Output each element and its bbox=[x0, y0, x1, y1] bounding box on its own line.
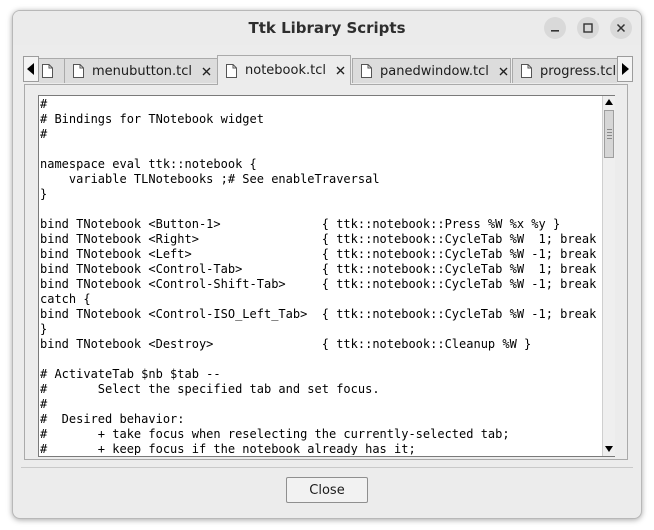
tab-close-icon[interactable] bbox=[499, 67, 508, 76]
code-line: # ActivateTab $nb $tab -- bbox=[40, 367, 221, 381]
code-line: bind TNotebook <Control-ISO_Left_Tab> { … bbox=[40, 307, 601, 321]
tabs-strip: menubutton.tcl notebook.tcl panedwindow. bbox=[39, 55, 617, 85]
close-icon bbox=[616, 23, 626, 33]
code-line: # + take focus when reselecting the curr… bbox=[40, 427, 510, 441]
file-icon bbox=[73, 64, 84, 78]
close-button[interactable]: Close bbox=[286, 477, 368, 503]
code-line: # bbox=[40, 127, 48, 141]
close-window-button[interactable] bbox=[610, 17, 632, 39]
code-line: # + keep focus if the notebook already h… bbox=[40, 442, 416, 455]
tab-label: panedwindow.tcl bbox=[380, 63, 489, 79]
file-icon bbox=[521, 64, 532, 78]
code-line: bind TNotebook <Right> { ttk::notebook::… bbox=[40, 232, 601, 246]
title-bar[interactable]: Ttk Library Scripts bbox=[13, 11, 641, 45]
file-icon bbox=[42, 64, 53, 78]
arrow-up-icon bbox=[605, 99, 613, 105]
code-line: bind TNotebook <Control-Shift-Tab> { ttk… bbox=[40, 277, 601, 291]
tab-partial[interactable] bbox=[39, 58, 65, 83]
code-line: namespace eval ttk::notebook { bbox=[40, 157, 257, 171]
code-line: variable TLNotebooks ;# See enableTraver… bbox=[40, 172, 380, 186]
code-view[interactable]: # # Bindings for TNotebook widget # namespa… bbox=[40, 97, 601, 455]
tab-scroll-right-button[interactable] bbox=[617, 56, 633, 82]
notebook-tab-row: menubutton.tcl notebook.tcl panedwindow. bbox=[13, 55, 641, 85]
vertical-scrollbar[interactable] bbox=[602, 96, 615, 456]
arrow-down-icon bbox=[605, 446, 613, 452]
file-icon bbox=[226, 63, 237, 78]
notebook-panel: # # Bindings for TNotebook widget # namespa… bbox=[24, 84, 628, 460]
maximize-button[interactable] bbox=[577, 17, 599, 39]
code-line: bind TNotebook <Control-Tab> { ttk::note… bbox=[40, 262, 601, 276]
tab-close-icon[interactable] bbox=[202, 67, 211, 76]
code-line: bind TNotebook <Destroy> { ttk::notebook… bbox=[40, 337, 532, 351]
tab-label: menubutton.tcl bbox=[92, 63, 193, 79]
tab-notebook[interactable]: notebook.tcl bbox=[217, 55, 351, 85]
code-line: # Bindings for TNotebook widget bbox=[40, 112, 264, 126]
tab-label: progress.tcl bbox=[540, 63, 617, 79]
code-line: bind TNotebook <Left> { ttk::notebook::C… bbox=[40, 247, 601, 261]
code-line: } bbox=[40, 322, 48, 336]
arrow-right-icon bbox=[622, 63, 629, 75]
minimize-button[interactable] bbox=[544, 17, 566, 39]
scroll-down-button[interactable] bbox=[603, 443, 615, 455]
tab-scroll-left-button[interactable] bbox=[23, 56, 39, 82]
dialog-window: Ttk Library Scripts menubutton.tcl noteb… bbox=[12, 10, 642, 519]
scroll-up-button[interactable] bbox=[603, 96, 615, 108]
code-line: catch { bbox=[40, 292, 91, 306]
tab-panedwindow[interactable]: panedwindow.tcl bbox=[352, 58, 511, 83]
tab-close-icon[interactable] bbox=[336, 66, 345, 75]
tab-progress[interactable]: progress.tcl bbox=[512, 58, 617, 83]
separator bbox=[21, 467, 633, 468]
arrow-left-icon bbox=[27, 63, 34, 75]
code-line: bind TNotebook <Button-1> { ttk::noteboo… bbox=[40, 217, 561, 231]
code-line: # bbox=[40, 397, 48, 411]
scrollbar-thumb[interactable] bbox=[604, 110, 614, 158]
file-icon bbox=[361, 64, 372, 78]
code-line: # Desired behavior: bbox=[40, 412, 185, 426]
tab-label: notebook.tcl bbox=[245, 63, 326, 78]
maximize-icon bbox=[583, 23, 593, 33]
code-line: } bbox=[40, 187, 48, 201]
script-text-area[interactable]: # # Bindings for TNotebook widget # namespa… bbox=[38, 95, 615, 457]
code-line: # Select the specified tab and set focus… bbox=[40, 382, 380, 396]
minimize-icon bbox=[551, 30, 559, 32]
code-line: # bbox=[40, 97, 48, 111]
tab-menubutton[interactable]: menubutton.tcl bbox=[64, 58, 218, 83]
